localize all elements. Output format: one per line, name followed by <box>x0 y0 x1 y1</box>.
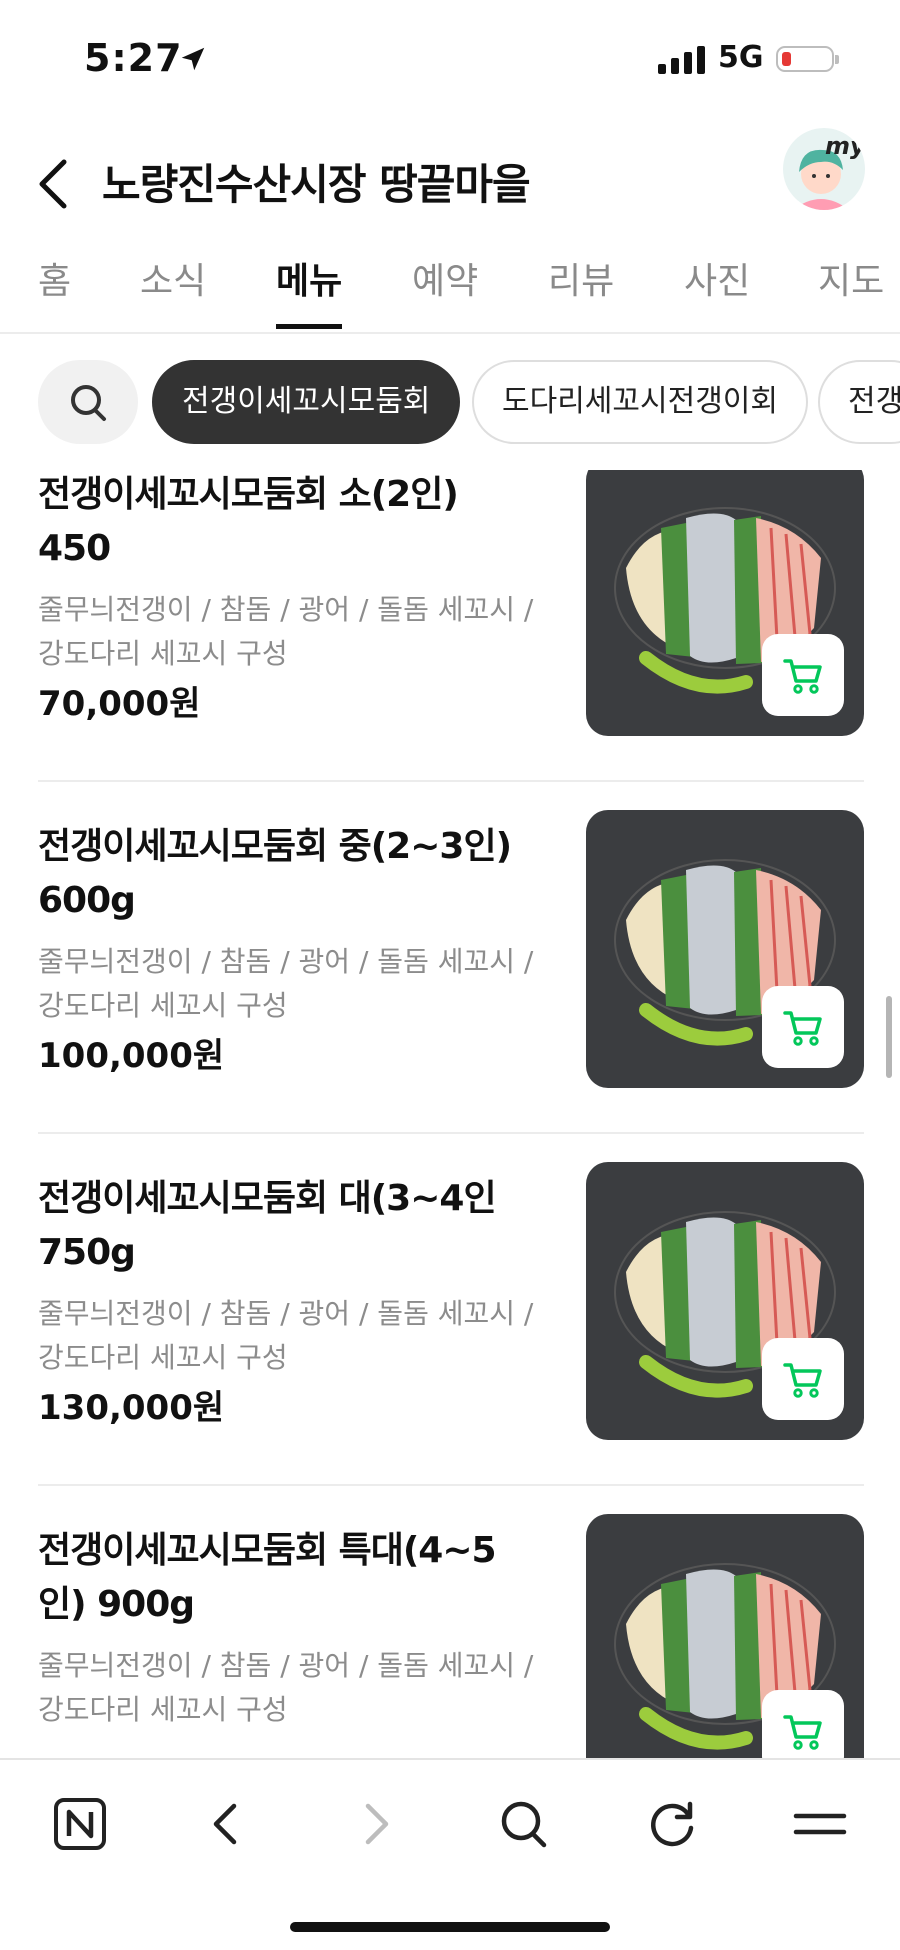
chip-more[interactable]: 전갱 <box>818 360 900 444</box>
cart-icon <box>783 1011 822 1046</box>
tab-map[interactable]: 지도 <box>818 252 884 304</box>
add-to-cart-button[interactable] <box>762 1338 844 1420</box>
page-title: 노량진수산시장 땅끝마을 <box>102 160 531 209</box>
menu-item[interactable]: 전갱이세꼬시모둠회 대(3~4인 750g 줄무늬전갱이 / 참돔 / 광어 /… <box>38 1162 864 1514</box>
menu-item-photo[interactable] <box>586 810 864 1088</box>
menu-item-description: 줄무늬전갱이 / 참돔 / 광어 / 돌돔 세꼬시 / 강도다리 세꼬시 구성 <box>38 945 534 1022</box>
signal-icon <box>658 44 705 74</box>
menu-item-photo[interactable] <box>586 470 864 736</box>
tab-bar: 홈 소식 메뉴 예약 리뷰 사진 지도 <box>0 240 900 334</box>
menu-item-photo[interactable] <box>586 1162 864 1440</box>
scrollbar-thumb[interactable] <box>886 996 892 1078</box>
cart-icon <box>783 659 822 694</box>
menu-item[interactable]: 전갱이세꼬시모둠회 중(2~3인) 600g 줄무늬전갱이 / 참돔 / 광어 … <box>38 810 864 1162</box>
tab-reservation[interactable]: 예약 <box>412 252 478 304</box>
item-divider <box>38 1132 864 1134</box>
home-indicator[interactable] <box>290 1922 610 1932</box>
item-divider <box>38 780 864 782</box>
menu-item-description: 줄무늬전갱이 / 참돔 / 광어 / 돌돔 세꼬시 / 강도다리 세꼬시 구성 <box>38 593 534 670</box>
search-icon[interactable] <box>494 1794 554 1854</box>
naver-home-icon[interactable] <box>50 1794 110 1854</box>
menu-item-name: 전갱이세꼬시모둠회 특대(4~5 인) 900g <box>38 1530 497 1625</box>
item-divider <box>38 1484 864 1486</box>
page-header: 노량진수산시장 땅끝마을 my <box>0 120 900 250</box>
battery-icon <box>776 46 839 72</box>
status-time: 5:27 <box>84 36 183 80</box>
active-tab-indicator <box>276 324 342 329</box>
menu-item-price: 130,000원 <box>38 1388 225 1428</box>
back-arrow-icon[interactable] <box>34 140 78 230</box>
tab-home[interactable]: 홈 <box>38 252 71 304</box>
status-bar: 5:27 5G <box>0 0 900 120</box>
tab-menu[interactable]: 메뉴 <box>276 252 342 304</box>
browser-toolbar <box>0 1758 900 1950</box>
cart-icon <box>783 1715 822 1750</box>
cart-icon <box>783 1363 822 1398</box>
search-icon <box>71 385 106 421</box>
add-to-cart-button[interactable] <box>762 634 844 716</box>
tab-news[interactable]: 소식 <box>140 252 206 304</box>
chip-jeongaengi-sekkosi[interactable]: 전갱이세꼬시모둠회 <box>152 360 461 444</box>
menu-item-price: 70,000원 <box>38 684 201 724</box>
chip-dodari-sekkosi[interactable]: 도다리세꼬시전갱이회 <box>472 360 808 444</box>
menu-item[interactable]: 전갱이세꼬시모둠회 소(2인) 450 줄무늬전갱이 / 참돔 / 광어 / 돌… <box>38 470 864 810</box>
menu-item-description: 줄무늬전갱이 / 참돔 / 광어 / 돌돔 세꼬시 / 강도다리 세꼬시 구성 <box>38 1297 534 1374</box>
refresh-icon[interactable] <box>642 1794 702 1854</box>
menu-item-name: 전갱이세꼬시모둠회 소(2인) 450 <box>38 474 459 569</box>
forward-icon[interactable] <box>346 1794 406 1854</box>
back-icon[interactable] <box>196 1794 256 1854</box>
avatar[interactable]: my <box>783 128 865 210</box>
avatar-my-label: my <box>825 132 865 160</box>
menu-item-name: 전갱이세꼬시모둠회 중(2~3인) 600g <box>38 826 512 921</box>
menu-item-description: 줄무늬전갱이 / 참돔 / 광어 / 돌돔 세꼬시 / 강도다리 세꼬시 구성 <box>38 1649 534 1726</box>
location-arrow-icon <box>181 47 205 71</box>
menu-item-name: 전갱이세꼬시모둠회 대(3~4인 750g <box>38 1178 497 1273</box>
category-chips: 전갱이세꼬시모둠회 도다리세꼬시전갱이회 전갱 <box>0 360 900 448</box>
menu-item-photo[interactable] <box>586 1514 864 1758</box>
menu-search-button[interactable] <box>38 360 138 444</box>
menu-list: 전갱이세꼬시모둠회 소(2인) 450 줄무늬전갱이 / 참돔 / 광어 / 돌… <box>0 470 900 1758</box>
menu-item-price: 100,000원 <box>38 1036 225 1076</box>
tab-photos[interactable]: 사진 <box>684 252 750 304</box>
add-to-cart-button[interactable] <box>762 986 844 1068</box>
menu-item[interactable]: 전갱이세꼬시모둠회 특대(4~5 인) 900g 줄무늬전갱이 / 참돔 / 광… <box>38 1514 864 1758</box>
network-type: 5G <box>718 40 764 75</box>
add-to-cart-button[interactable] <box>762 1690 844 1758</box>
menu-icon[interactable] <box>790 1794 850 1854</box>
tab-review[interactable]: 리뷰 <box>548 252 614 304</box>
